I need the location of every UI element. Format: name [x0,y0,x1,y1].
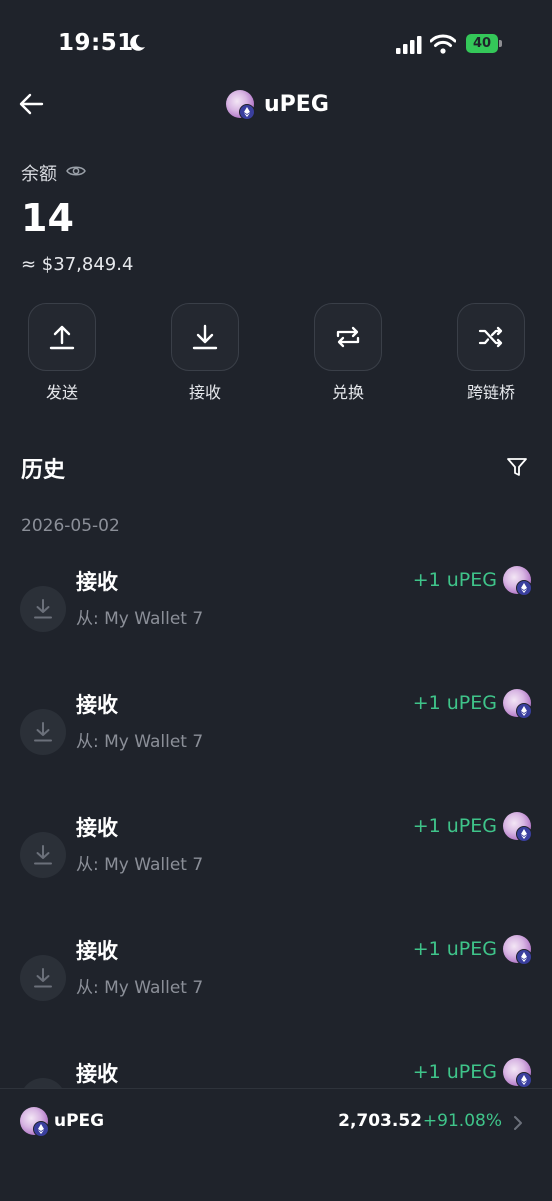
status-time: 19:51 [58,30,134,56]
ethereum-badge-icon [516,826,532,842]
tx-title: 接收 [76,693,118,717]
transaction-row[interactable]: 接收 从: My Wallet 7 +1 uPEG [0,566,552,666]
tx-amount: +1 uPEG [412,1061,497,1083]
bridge-button[interactable] [457,303,525,371]
swap-label: 兑换 [331,383,364,402]
token-price-bar[interactable]: uPEG 2,703.52 +91.08% [0,1088,552,1201]
token-logo [503,689,532,719]
tx-from: 从: My Wallet 7 [76,732,204,752]
shuffle-icon [478,326,503,348]
balance-fiat: ≈ $37,849.4 [21,254,134,275]
history-date: 2026-05-02 [21,516,120,536]
battery-indicator: 40 [466,34,502,53]
chevron-right-icon[interactable] [512,1115,524,1131]
tx-title: 接收 [76,939,118,963]
token-logo [503,566,532,596]
receive-tx-icon [20,832,66,878]
send-label: 发送 [45,383,78,402]
tx-from: 从: My Wallet 7 [76,855,204,875]
token-logo [503,812,532,842]
moon-icon [130,34,145,51]
receive-button[interactable] [171,303,239,371]
ethereum-badge-icon [239,104,255,120]
signal-icon [396,36,422,54]
filter-icon[interactable] [506,456,528,478]
tx-title: 接收 [76,816,118,840]
transaction-row[interactable]: 接收 从: My Wallet 7 +1 uPEG [0,935,552,1035]
battery-level: 40 [472,36,492,51]
back-arrow-icon[interactable] [18,92,44,116]
token-price: 2,703.52 [338,1111,422,1131]
tx-from: 从: My Wallet 7 [76,609,204,629]
history-title: 历史 [21,458,66,483]
download-icon [34,722,52,742]
tx-title: 接收 [76,1062,118,1086]
swap-action[interactable]: 兑换 [314,303,382,402]
download-icon [34,599,52,619]
transaction-row[interactable]: 接收 从: My Wallet 7 +1 uPEG [0,689,552,789]
transaction-row[interactable]: 接收 从: My Wallet 7 +1 uPEG [0,812,552,912]
download-icon [34,968,52,988]
tx-title: 接收 [76,570,118,594]
receive-tx-icon [20,709,66,755]
token-logo [503,1058,532,1088]
ethereum-badge-icon [516,949,532,965]
balance-label: 余额 [21,164,57,185]
tx-amount: +1 uPEG [412,938,497,960]
receive-label: 接收 [188,383,221,402]
token-name: uPEG [54,1111,105,1131]
ethereum-badge-icon [516,1072,532,1088]
bridge-label: 跨链桥 [466,383,515,402]
balance-amount: 14 [21,196,74,240]
price-change: +91.08% [422,1111,502,1131]
download-icon [192,324,218,350]
receive-tx-icon [20,586,66,632]
page-title: uPEG [264,92,329,117]
token-logo [503,935,532,965]
upload-icon [49,325,75,350]
swap-icon [336,326,360,348]
send-action[interactable]: 发送 [28,303,96,402]
tx-amount: +1 uPEG [412,569,497,591]
bridge-action[interactable]: 跨链桥 [457,303,525,402]
eye-icon[interactable] [66,163,86,179]
wifi-icon [430,34,456,54]
tx-from: 从: My Wallet 7 [76,978,204,998]
tx-amount: +1 uPEG [412,692,497,714]
tx-amount: +1 uPEG [412,815,497,837]
receive-tx-icon [20,955,66,1001]
ethereum-badge-icon [516,703,532,719]
swap-button[interactable] [314,303,382,371]
send-button[interactable] [28,303,96,371]
ethereum-badge-icon [516,580,532,596]
ethereum-badge-icon [33,1121,49,1137]
download-icon [34,845,52,865]
receive-action[interactable]: 接收 [171,303,239,402]
